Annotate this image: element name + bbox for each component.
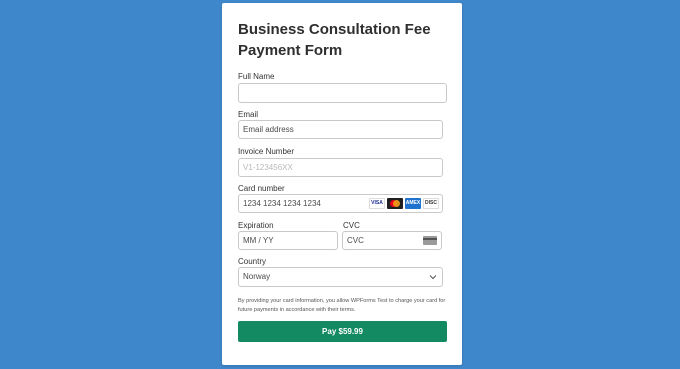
visa-icon: VISA [369, 198, 385, 209]
card-number-label: Card number [238, 184, 285, 193]
country-label: Country [238, 257, 267, 266]
country-selected-value: Norway [243, 272, 271, 281]
expiration-input[interactable]: MM / YY [238, 231, 338, 250]
cvc-placeholder: CVC [347, 236, 364, 245]
cvc-label: CVC [343, 221, 360, 230]
form-title: Business Consultation Fee Payment Form [238, 21, 431, 59]
terms-text: By providing your card information, you … [238, 298, 446, 313]
card-number-placeholder: 1234 1234 1234 1234 [243, 199, 321, 208]
chevron-down-icon [429, 275, 437, 280]
email-label: Email [238, 110, 259, 119]
invoice-number-input[interactable]: V1-123456XX [238, 158, 443, 177]
full-name-input[interactable] [238, 83, 447, 103]
full-name-label: Full Name [238, 72, 275, 81]
cvc-input[interactable]: CVC [342, 231, 442, 250]
amex-icon: AMEX [405, 198, 421, 209]
payment-form-card: Business Consultation Fee Payment Form F… [222, 3, 462, 365]
card-brand-badges: VISA AMEX DISC [369, 198, 439, 209]
invoice-number-label: Invoice Number [238, 147, 295, 156]
card-number-input[interactable]: 1234 1234 1234 1234 VISA AMEX DISC [238, 194, 443, 213]
mastercard-icon [387, 198, 403, 209]
pay-button[interactable]: Pay $59.99 [238, 321, 447, 342]
country-select[interactable]: Norway [238, 267, 443, 287]
email-input[interactable]: Email address [238, 120, 443, 139]
cvc-card-icon [423, 236, 437, 245]
expiration-label: Expiration [238, 221, 274, 230]
discover-icon: DISC [423, 198, 439, 209]
